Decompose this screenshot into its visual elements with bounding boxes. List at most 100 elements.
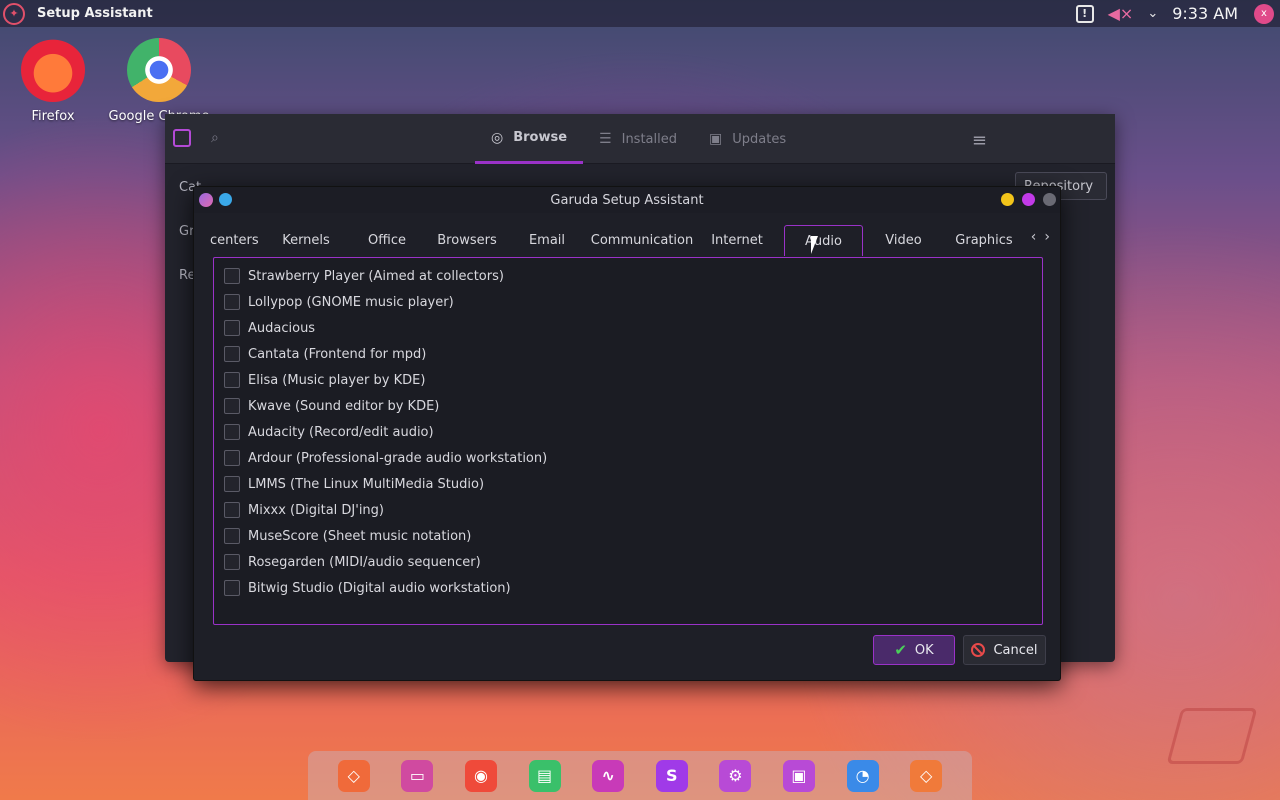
desktop-icon-firefox[interactable]: Firefox — [0, 38, 108, 124]
tab-email[interactable]: Email — [500, 225, 594, 256]
list-item[interactable]: Kwave (Sound editor by KDE) — [224, 396, 439, 416]
store-bag-icon — [173, 129, 191, 147]
list-item[interactable]: Audacity (Record/edit audio) — [224, 422, 434, 442]
system-tray: ! ◀× ⌄ 9:33 AM x — [1075, 0, 1280, 27]
terminal-icon[interactable]: ▭ — [401, 759, 434, 792]
tab-centers[interactable]: centers — [210, 225, 272, 256]
tab-internet[interactable]: Internet — [690, 225, 784, 256]
cancel-button-label: Cancel — [993, 642, 1038, 658]
app-icon[interactable] — [199, 193, 213, 207]
garuda-welcome-icon[interactable]: ◇ — [910, 759, 943, 792]
cancel-icon — [971, 643, 986, 657]
checkbox[interactable] — [224, 294, 240, 310]
pin-button[interactable] — [219, 193, 232, 206]
tab-office[interactable]: Office — [340, 225, 434, 256]
volume-muted-icon[interactable]: ◀× — [1108, 4, 1134, 23]
setup-assistant-dialog: Garuda Setup Assistant centers Kernels O… — [193, 186, 1061, 681]
dialog-title: Garuda Setup Assistant — [550, 192, 704, 208]
checkbox[interactable] — [224, 450, 240, 466]
desktop-icon-label: Firefox — [31, 109, 75, 124]
files-icon[interactable]: ▤ — [528, 759, 561, 792]
checkbox[interactable] — [224, 398, 240, 414]
list-item[interactable]: Mixxx (Digital DJ'ing) — [224, 500, 384, 520]
garuda-menu-icon[interactable]: ✦ — [3, 2, 25, 25]
chevron-right-icon[interactable]: › — [1044, 229, 1050, 245]
checkbox[interactable] — [224, 320, 240, 336]
tab-label: Video — [885, 233, 922, 248]
list-item[interactable]: LMMS (The Linux MultiMedia Studio) — [224, 474, 484, 494]
list-item[interactable]: Bitwig Studio (Digital audio workstation… — [224, 578, 511, 598]
ok-button[interactable]: ✔ OK — [873, 635, 955, 665]
list-item[interactable]: Rosegarden (MIDI/audio sequencer) — [224, 552, 481, 572]
firefox-icon[interactable]: ◉ — [464, 759, 497, 792]
ok-button-label: OK — [914, 642, 934, 658]
garuda-icon[interactable]: ◇ — [337, 759, 370, 792]
chevron-down-icon[interactable]: ⌄ — [1147, 6, 1158, 21]
monitor-icon[interactable]: ∿ — [592, 759, 625, 792]
tab-kernels[interactable]: Kernels — [272, 225, 340, 256]
tab-label: centers — [210, 233, 259, 248]
checkbox[interactable] — [224, 554, 240, 570]
item-label: Lollypop (GNOME music player) — [248, 294, 454, 310]
tab-label: Office — [368, 233, 406, 248]
tab-label: Communication — [590, 233, 694, 248]
desktop-icon-chrome[interactable]: Google Chrome — [104, 38, 214, 124]
tab-label: Graphics — [955, 233, 1013, 248]
checkmark-icon: ✔ — [894, 641, 907, 659]
item-label: Mixxx (Digital DJ'ing) — [248, 502, 384, 518]
hamburger-menu-icon[interactable]: ≡ — [972, 130, 987, 151]
chrome-icon — [127, 38, 191, 102]
item-label: Bitwig Studio (Digital audio workstation… — [248, 580, 511, 596]
checkbox[interactable] — [224, 268, 240, 284]
tab-scroll-arrows: ‹ › — [1031, 229, 1050, 245]
dialog-titlebar[interactable]: Garuda Setup Assistant — [194, 187, 1060, 213]
list-item[interactable]: Cantata (Frontend for mpd) — [224, 344, 426, 364]
user-avatar[interactable]: x — [1254, 3, 1274, 24]
list-item[interactable]: Strawberry Player (Aimed at collectors) — [224, 266, 504, 286]
minimize-button[interactable] — [1001, 193, 1014, 206]
chevron-left-icon[interactable]: ‹ — [1031, 229, 1037, 245]
tab-label: Email — [528, 233, 566, 248]
tab-graphics[interactable]: Graphics — [944, 225, 1024, 256]
tab-updates[interactable]: ▣ Updates — [693, 114, 802, 164]
tab-installed[interactable]: ☰ Installed — [583, 114, 693, 164]
search-icon[interactable]: ⌕ — [211, 130, 219, 146]
checkbox[interactable] — [224, 580, 240, 596]
checkbox[interactable] — [224, 528, 240, 544]
tab-audio[interactable]: Audio — [784, 225, 863, 256]
checkbox[interactable] — [224, 372, 240, 388]
maximize-button[interactable] — [1022, 193, 1035, 206]
close-button[interactable] — [1043, 193, 1056, 206]
checkbox[interactable] — [224, 424, 240, 440]
store-icon[interactable]: ▣ — [782, 759, 815, 792]
tab-label: Kernels — [282, 233, 330, 248]
notifications-icon[interactable]: ! — [1075, 4, 1094, 23]
category-tabs: centers Kernels Office Browsers Email Co… — [210, 225, 1048, 256]
cancel-button[interactable]: Cancel — [963, 635, 1046, 665]
tab-label: Browsers — [437, 233, 497, 248]
gear-icon[interactable]: ⚙ — [719, 759, 752, 792]
settings-app-icon[interactable]: S — [655, 759, 688, 792]
tab-communication[interactable]: Communication — [590, 225, 694, 256]
item-label: Cantata (Frontend for mpd) — [248, 346, 427, 362]
firefox-icon — [21, 38, 85, 102]
network-icon[interactable]: ◔ — [846, 759, 879, 792]
store-header: ⌕ ◎ Browse ☰ Installed ▣ Updates ≡ — [165, 114, 1115, 164]
top-panel: ✦ Setup Assistant ! ◀× ⌄ 9:33 AM x — [0, 0, 1280, 27]
clock[interactable]: 9:33 AM — [1172, 4, 1238, 23]
tab-video[interactable]: Video — [863, 225, 944, 256]
tab-label: Browse — [513, 130, 568, 145]
list-item[interactable]: Lollypop (GNOME music player) — [224, 292, 454, 312]
checkbox[interactable] — [224, 346, 240, 362]
active-app-title: Setup Assistant — [37, 6, 153, 21]
box-icon: ▣ — [709, 131, 723, 147]
list-item[interactable]: Elisa (Music player by KDE) — [224, 370, 425, 390]
tab-browse[interactable]: ◎ Browse — [475, 114, 584, 164]
list-item[interactable]: MuseScore (Sheet music notation) — [224, 526, 471, 546]
dock: ◇ ▭ ◉ ▤ ∿ S ⚙ ▣ ◔ ◇ — [308, 751, 972, 800]
checkbox[interactable] — [224, 476, 240, 492]
list-item[interactable]: Ardour (Professional-grade audio worksta… — [224, 448, 547, 468]
tab-browsers[interactable]: Browsers — [434, 225, 500, 256]
list-item[interactable]: Audacious — [224, 318, 315, 338]
checkbox[interactable] — [224, 502, 240, 518]
